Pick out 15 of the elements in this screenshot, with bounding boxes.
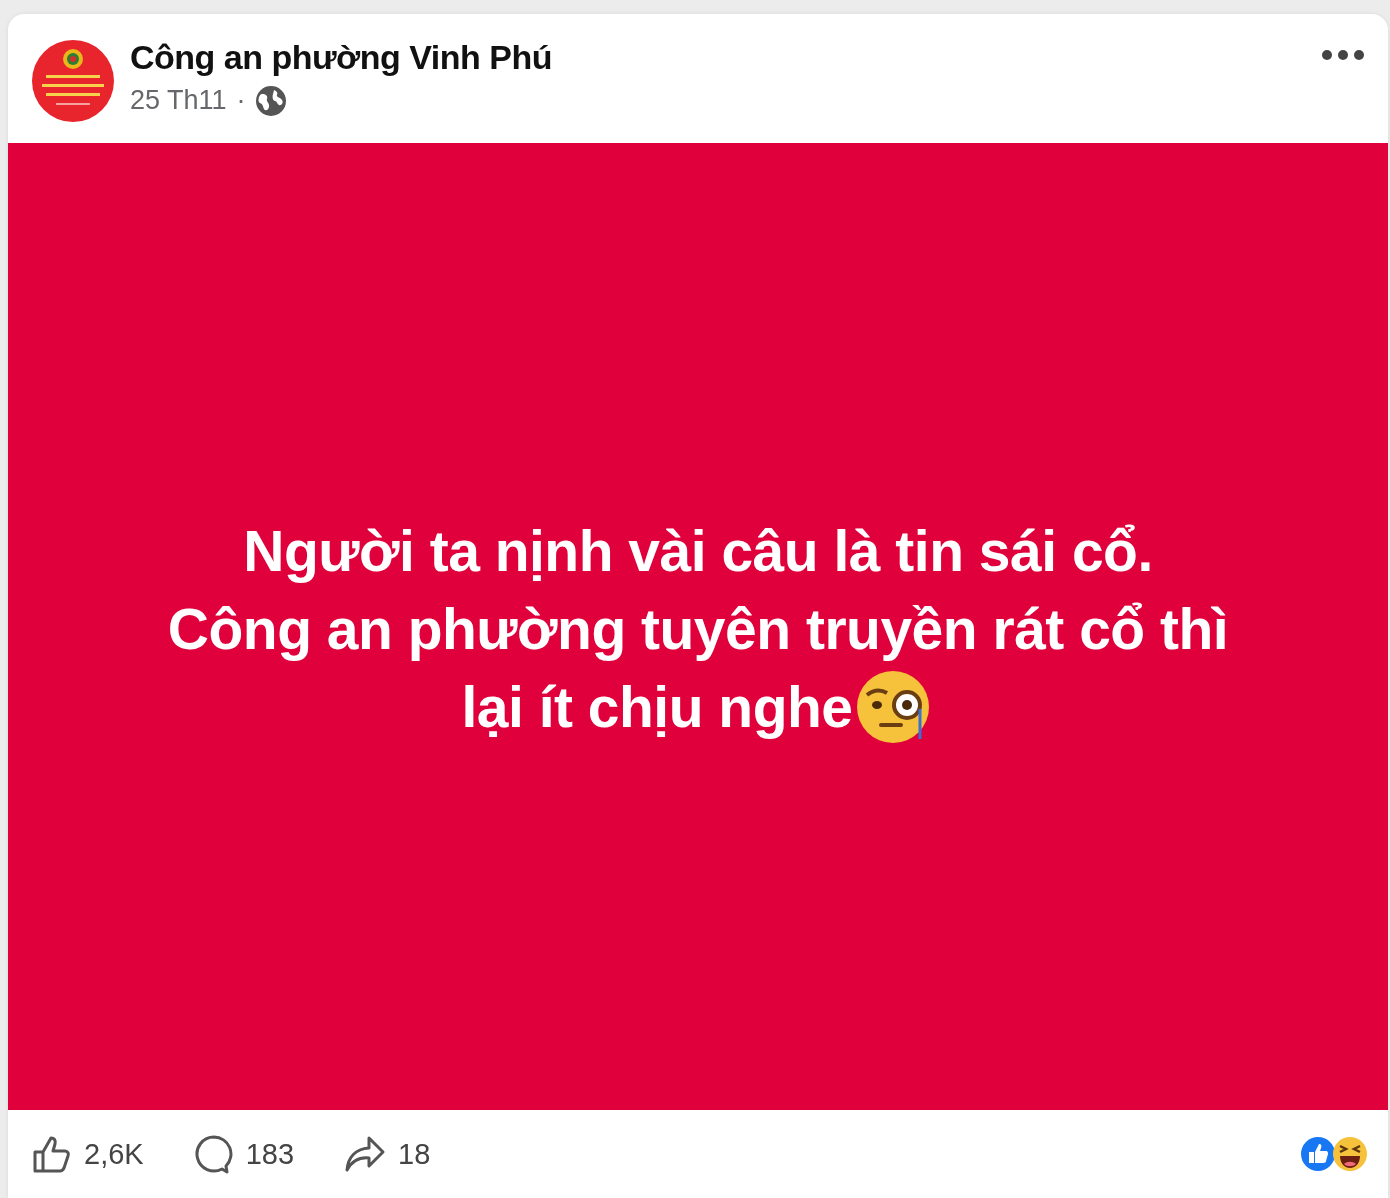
post-date[interactable]: 25 Th11: [130, 85, 227, 116]
comment-button[interactable]: 183: [193, 1134, 295, 1174]
globe-icon: [255, 85, 286, 116]
laughing-reaction-icon: [1332, 1136, 1368, 1172]
status-text-line: Công an phường tuyên truyền rát cổ thì: [167, 595, 1229, 663]
status-text-line: lại ít chịu nghe: [461, 673, 853, 741]
status-text-line: Người ta nịnh vài câu là tin sái cổ.: [243, 517, 1153, 585]
share-button[interactable]: 18: [344, 1135, 431, 1173]
share-icon: [344, 1135, 387, 1173]
thumbs-up-icon: [32, 1134, 72, 1174]
like-reaction-icon: [1300, 1136, 1336, 1172]
comment-icon: [193, 1134, 234, 1174]
like-button[interactable]: 2,6K: [32, 1134, 144, 1174]
separator-dot: ·: [236, 85, 246, 116]
page-name[interactable]: Công an phường Vinh Phú: [130, 38, 1302, 77]
